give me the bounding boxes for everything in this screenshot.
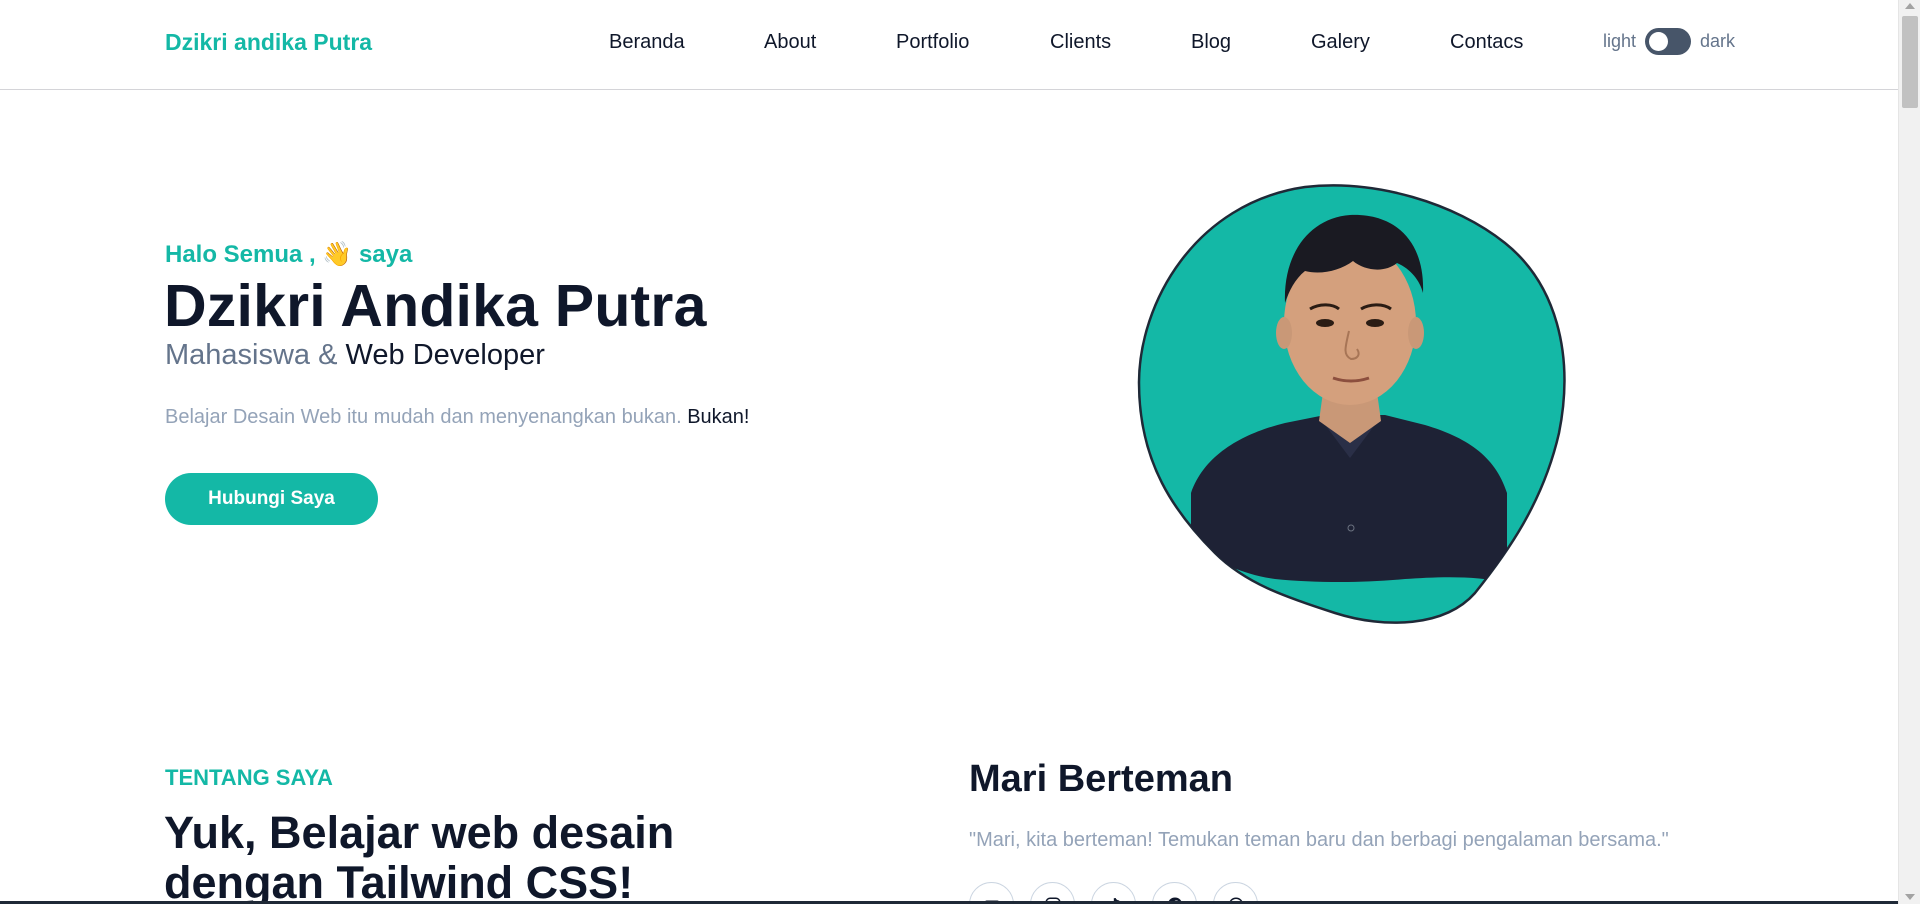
friend-title: Mari Berteman (969, 758, 1233, 800)
hero-greeting: Halo Semua , 👋 saya (165, 240, 412, 269)
friend-quote: "Mari, kita berteman! Temukan teman baru… (969, 829, 1669, 851)
hero-name: Dzikri Andika Putra (164, 273, 707, 339)
about-title: Yuk, Belajar web desain dengan Tailwind … (164, 807, 675, 904)
hero-description: Belajar Desain Web itu mudah dan menyena… (165, 406, 749, 429)
waving-hand-emoji: 👋 (322, 241, 353, 268)
nav-link-galery[interactable]: Galery (1311, 31, 1370, 54)
brand-logo-text[interactable]: Dzikri andika Putra (165, 29, 372, 56)
greeting-prefix: Halo Semua , (165, 241, 316, 268)
navbar: Dzikri andika Putra Beranda About Portfo… (0, 0, 1898, 90)
hubungi-saya-button[interactable]: Hubungi Saya (165, 473, 378, 525)
nav-link-portfolio[interactable]: Portfolio (896, 31, 969, 54)
toggle-light-label: light (1603, 31, 1637, 51)
toggle-dark-label: dark (1700, 31, 1736, 51)
about-kicker: TENTANG SAYA (165, 765, 333, 790)
scroll-down-arrow-icon[interactable] (1905, 894, 1915, 900)
theme-toggle-group: light dark (1603, 28, 1735, 55)
greeting-suffix: saya (358, 241, 413, 268)
scroll-up-arrow-icon[interactable] (1905, 3, 1915, 9)
dark-mode-toggle[interactable] (1645, 28, 1692, 55)
nav-link-blog[interactable]: Blog (1191, 31, 1231, 54)
description-strong: Bukan! (687, 406, 750, 428)
page: Dzikri andika Putra Beranda About Portfo… (0, 0, 1898, 904)
toggle-knob (1649, 32, 1669, 51)
nav-link-beranda[interactable]: Beranda (609, 31, 685, 54)
role-prefix: Mahasiswa & (165, 339, 338, 371)
scrollbar-thumb[interactable] (1902, 16, 1918, 108)
role-main: Web Developer (345, 339, 545, 371)
profile-photo (1137, 184, 1566, 624)
page-scrollbar[interactable] (1898, 0, 1920, 904)
nav-link-clients[interactable]: Clients (1050, 31, 1111, 54)
nav-link-contacs[interactable]: Contacs (1450, 31, 1523, 54)
description-text: Belajar Desain Web itu mudah dan menyena… (165, 406, 682, 428)
hero-role: Mahasiswa & Web Developer (165, 339, 545, 372)
nav-link-about[interactable]: About (764, 31, 816, 54)
